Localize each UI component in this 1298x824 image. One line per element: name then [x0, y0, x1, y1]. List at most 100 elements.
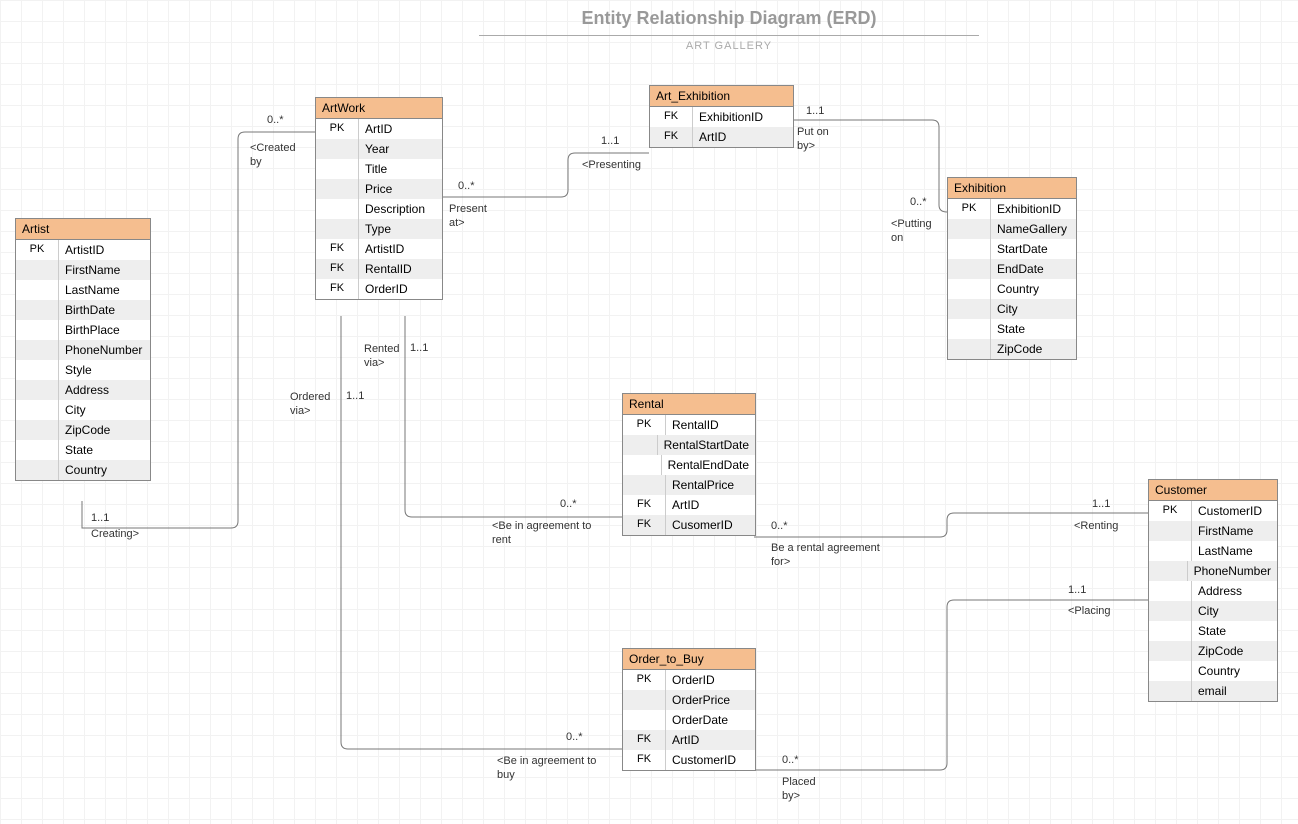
- key-cell: [948, 299, 991, 319]
- key-cell: [623, 690, 666, 710]
- label-be-in-agreement-rent: <Be in agreement to rent: [492, 519, 591, 548]
- title-text: Entity Relationship Diagram (ERD): [479, 8, 979, 29]
- key-cell: PK: [1149, 501, 1192, 521]
- attr-cell: ArtistID: [359, 239, 442, 259]
- label-placed-by: Placed by>: [782, 775, 816, 804]
- attribute-row: Address: [1149, 581, 1277, 601]
- attr-cell: RentalPrice: [666, 475, 755, 495]
- attribute-row: PKCustomerID: [1149, 501, 1277, 521]
- key-cell: PK: [948, 199, 991, 219]
- key-cell: [16, 440, 59, 460]
- attr-cell: RentalEndDate: [662, 455, 755, 475]
- key-cell: FK: [623, 730, 666, 750]
- attribute-row: PKRentalID: [623, 415, 755, 435]
- attr-cell: NameGallery: [991, 219, 1076, 239]
- key-cell: [16, 360, 59, 380]
- key-cell: [1149, 581, 1192, 601]
- entity-order-to-buy[interactable]: Order_to_BuyPKOrderIDOrderPriceOrderDate…: [622, 648, 756, 771]
- key-cell: PK: [316, 119, 359, 139]
- attribute-row: BirthPlace: [16, 320, 150, 340]
- key-cell: [16, 380, 59, 400]
- entity-art-exhibition[interactable]: Art_ExhibitionFKExhibitionIDFKArtID: [649, 85, 794, 148]
- attr-cell: Country: [991, 279, 1076, 299]
- key-cell: [948, 319, 991, 339]
- entity-header: Artist: [16, 219, 150, 240]
- entity-customer[interactable]: CustomerPKCustomerIDFirstNameLastNamePho…: [1148, 479, 1278, 702]
- attr-cell: RentalStartDate: [658, 435, 755, 455]
- attribute-row: Title: [316, 159, 442, 179]
- attr-cell: ArtID: [666, 495, 755, 515]
- title-subtitle: ART GALLERY: [479, 40, 979, 52]
- entity-exhibition[interactable]: ExhibitionPKExhibitionIDNameGalleryStart…: [947, 177, 1077, 360]
- attr-cell: Year: [359, 139, 442, 159]
- attribute-row: FKCustomerID: [623, 750, 755, 770]
- entity-rental[interactable]: RentalPKRentalIDRentalStartDateRentalEnd…: [622, 393, 756, 536]
- attribute-row: State: [948, 319, 1076, 339]
- attribute-row: RentalStartDate: [623, 435, 755, 455]
- attribute-row: FKRentalID: [316, 259, 442, 279]
- key-cell: [1149, 681, 1192, 701]
- attr-cell: City: [1192, 601, 1277, 621]
- key-cell: [623, 435, 658, 455]
- label-ordered-via: Ordered via>: [290, 390, 330, 419]
- key-cell: [948, 279, 991, 299]
- key-cell: [948, 239, 991, 259]
- attr-cell: ZipCode: [991, 339, 1076, 359]
- entity-header: Rental: [623, 394, 755, 415]
- key-cell: [16, 340, 59, 360]
- key-cell: [16, 400, 59, 420]
- attr-cell: CustomerID: [666, 750, 755, 770]
- card-rental-for: 0..*: [771, 520, 788, 532]
- attribute-row: NameGallery: [948, 219, 1076, 239]
- entity-artwork[interactable]: ArtWorkPKArtIDYearTitlePriceDescriptionT…: [315, 97, 443, 300]
- attribute-row: State: [16, 440, 150, 460]
- key-cell: FK: [623, 515, 666, 535]
- attr-cell: ZipCode: [59, 420, 150, 440]
- attribute-row: FirstName: [16, 260, 150, 280]
- attr-cell: OrderID: [666, 670, 755, 690]
- label-renting: <Renting: [1074, 519, 1118, 533]
- label-presenting: <Presenting: [582, 158, 641, 172]
- attribute-row: BirthDate: [16, 300, 150, 320]
- attribute-row: FKExhibitionID: [650, 107, 793, 127]
- attr-cell: Type: [359, 219, 442, 239]
- attribute-row: Description: [316, 199, 442, 219]
- key-cell: FK: [650, 127, 693, 147]
- attribute-row: FKCusomerID: [623, 515, 755, 535]
- attr-cell: Price: [359, 179, 442, 199]
- attr-cell: CusomerID: [666, 515, 755, 535]
- attr-cell: FirstName: [1192, 521, 1277, 541]
- attr-cell: RentalID: [359, 259, 442, 279]
- key-cell: [948, 259, 991, 279]
- key-cell: [16, 320, 59, 340]
- attribute-row: FKArtistID: [316, 239, 442, 259]
- attr-cell: ExhibitionID: [991, 199, 1076, 219]
- attribute-row: FirstName: [1149, 521, 1277, 541]
- key-cell: FK: [650, 107, 693, 127]
- label-creating: Creating>: [91, 527, 139, 541]
- attribute-row: City: [1149, 601, 1277, 621]
- attr-cell: ArtID: [693, 127, 793, 147]
- attribute-row: Type: [316, 219, 442, 239]
- attribute-row: Country: [16, 460, 150, 480]
- card-artwork-created: 0..*: [267, 114, 284, 126]
- key-cell: [316, 219, 359, 239]
- attr-cell: LastName: [1192, 541, 1277, 561]
- attr-cell: OrderPrice: [666, 690, 755, 710]
- attr-cell: Country: [1192, 661, 1277, 681]
- card-rental-agreement: 0..*: [560, 498, 577, 510]
- entity-artist[interactable]: ArtistPKArtistIDFirstNameLastNameBirthDa…: [15, 218, 151, 481]
- key-cell: FK: [623, 495, 666, 515]
- attr-cell: OrderID: [359, 279, 442, 299]
- attr-cell: BirthPlace: [59, 320, 150, 340]
- key-cell: [623, 455, 662, 475]
- attr-cell: Title: [359, 159, 442, 179]
- attribute-row: PKArtistID: [16, 240, 150, 260]
- card-customer-placing: 1..1: [1068, 584, 1086, 596]
- attribute-row: Year: [316, 139, 442, 159]
- attribute-row: City: [948, 299, 1076, 319]
- attribute-row: LastName: [16, 280, 150, 300]
- entity-header: Order_to_Buy: [623, 649, 755, 670]
- attr-cell: State: [1192, 621, 1277, 641]
- attribute-row: FKArtID: [623, 495, 755, 515]
